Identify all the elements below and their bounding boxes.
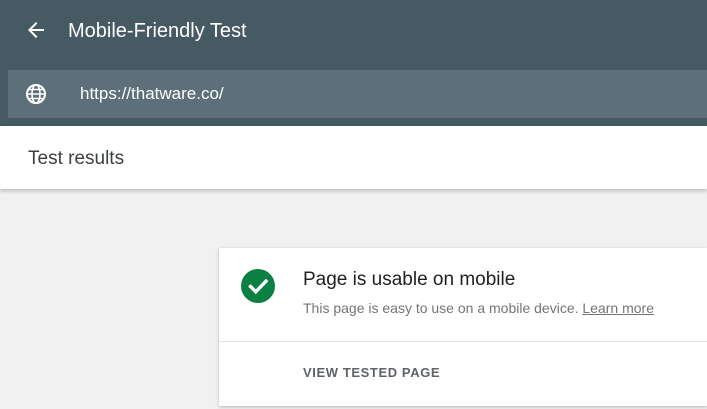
check-circle-icon	[241, 269, 275, 303]
result-title: Page is usable on mobile	[303, 269, 516, 290]
page-title: Mobile-Friendly Test	[68, 20, 247, 42]
learn-more-link[interactable]: Learn more	[582, 300, 654, 316]
globe-icon	[24, 82, 48, 106]
result-card: Page is usable on mobile This page is ea…	[219, 248, 707, 406]
results-header: Test results	[0, 126, 707, 189]
card-divider	[219, 341, 707, 342]
view-tested-page-button[interactable]: VIEW TESTED PAGE	[295, 358, 448, 388]
result-description: This page is easy to use on a mobile dev…	[303, 299, 654, 317]
result-description-text: This page is easy to use on a mobile dev…	[303, 300, 579, 316]
url-bar	[8, 70, 707, 118]
arrow-back-icon[interactable]	[24, 18, 48, 42]
top-app-bar: Mobile-Friendly Test	[0, 0, 707, 126]
url-input[interactable]	[80, 82, 680, 106]
results-title: Test results	[28, 148, 125, 169]
